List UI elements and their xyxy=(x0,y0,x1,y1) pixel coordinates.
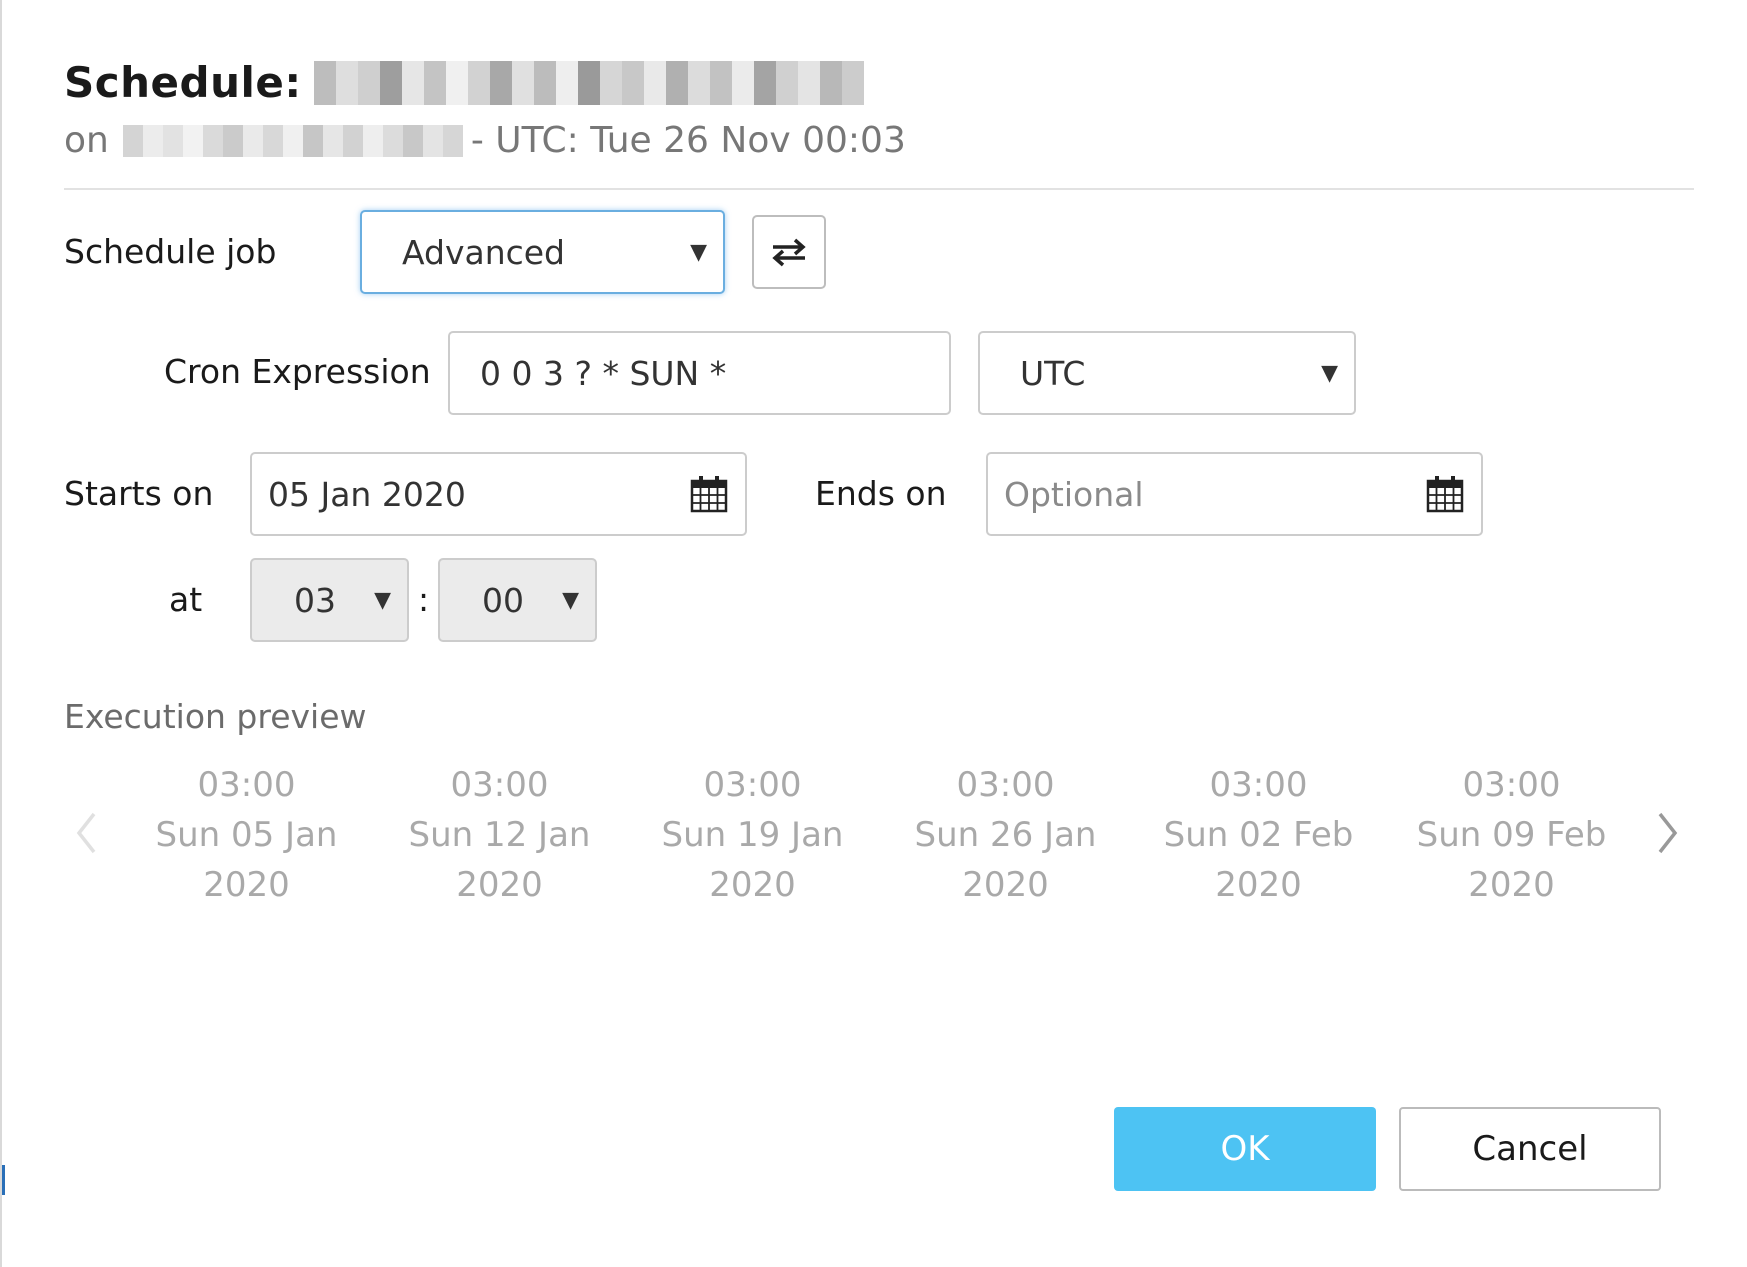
cancel-button[interactable]: Cancel xyxy=(1399,1107,1661,1191)
schedule-dialog: Schedule: on - UTC: Tue 26 Nov 00:03 Sch… xyxy=(0,0,1747,1267)
preview-item: 03:00 Sun 12 Jan 2020 xyxy=(373,760,626,910)
left-accent-bar xyxy=(2,1165,5,1195)
ok-button[interactable]: OK xyxy=(1114,1107,1376,1191)
start-date-input[interactable]: 05 Jan 2020 xyxy=(250,452,747,536)
minute-value: 00 xyxy=(482,580,524,620)
preview-year: 2020 xyxy=(709,865,796,905)
minute-select[interactable]: 00 ▼ xyxy=(438,558,597,642)
preview-year: 2020 xyxy=(1215,865,1302,905)
preview-item: 03:00 Sun 09 Feb 2020 xyxy=(1385,760,1638,910)
starts-on-label: Starts on xyxy=(64,474,214,513)
preview-prev-button[interactable] xyxy=(66,805,106,861)
preview-item: 03:00 Sun 26 Jan 2020 xyxy=(879,760,1132,910)
ends-on-label: Ends on xyxy=(815,474,947,513)
schedule-job-label: Schedule job xyxy=(64,232,277,271)
end-date-placeholder: Optional xyxy=(1004,474,1144,514)
preview-next-button[interactable] xyxy=(1648,805,1688,861)
chevron-down-icon: ▼ xyxy=(690,239,707,265)
execution-preview-title: Execution preview xyxy=(64,697,367,736)
preview-time: 03:00 xyxy=(197,765,296,805)
hour-select[interactable]: 03 ▼ xyxy=(250,558,409,642)
end-date-input[interactable]: Optional xyxy=(986,452,1483,536)
preview-date: Sun 02 Feb xyxy=(1163,815,1354,855)
preview-time: 03:00 xyxy=(1209,765,1308,805)
preview-year: 2020 xyxy=(1468,865,1555,905)
calendar-icon[interactable] xyxy=(689,474,729,514)
preview-time: 03:00 xyxy=(703,765,802,805)
timezone-select[interactable]: UTC ▼ xyxy=(978,331,1356,415)
title-prefix: Schedule: xyxy=(64,58,302,107)
swap-arrows-icon xyxy=(772,238,806,267)
schedule-type-select[interactable]: Advanced ▼ xyxy=(360,210,725,294)
execution-preview-list: 03:00 Sun 05 Jan 2020 03:00 Sun 12 Jan 2… xyxy=(120,760,1638,910)
time-separator: : xyxy=(418,580,430,619)
subtitle-suffix: - UTC: Tue 26 Nov 00:03 xyxy=(470,120,906,161)
preview-item: 03:00 Sun 05 Jan 2020 xyxy=(120,760,373,910)
preview-year: 2020 xyxy=(962,865,1049,905)
subtitle-prefix: on xyxy=(64,120,109,161)
calendar-icon[interactable] xyxy=(1425,474,1465,514)
preview-item: 03:00 Sun 19 Jan 2020 xyxy=(626,760,879,910)
cron-expression-input[interactable]: 0 0 3 ? * SUN * xyxy=(448,331,951,415)
preview-date: Sun 12 Jan xyxy=(408,815,591,855)
preview-item: 03:00 Sun 02 Feb 2020 xyxy=(1132,760,1385,910)
chevron-right-icon xyxy=(1658,812,1678,854)
toggle-mode-button[interactable] xyxy=(752,215,826,289)
hour-value: 03 xyxy=(294,580,336,620)
time-at-label: at xyxy=(169,580,203,619)
preview-date: Sun 05 Jan xyxy=(155,815,338,855)
dialog-subtitle: on - UTC: Tue 26 Nov 00:03 xyxy=(64,120,906,161)
preview-time: 03:00 xyxy=(450,765,549,805)
cron-expression-value: 0 0 3 ? * SUN * xyxy=(480,353,727,393)
preview-time: 03:00 xyxy=(956,765,1055,805)
preview-year: 2020 xyxy=(203,865,290,905)
preview-time: 03:00 xyxy=(1462,765,1561,805)
redacted-job-name xyxy=(313,60,864,105)
start-date-value: 05 Jan 2020 xyxy=(268,474,466,514)
schedule-type-value: Advanced xyxy=(402,232,566,272)
redacted-target-name xyxy=(122,124,463,157)
preview-date: Sun 26 Jan xyxy=(914,815,1097,855)
dialog-title: Schedule: xyxy=(64,58,864,107)
chevron-down-icon: ▼ xyxy=(1321,360,1338,386)
chevron-down-icon: ▼ xyxy=(562,587,579,613)
preview-year: 2020 xyxy=(456,865,543,905)
preview-date: Sun 09 Feb xyxy=(1416,815,1607,855)
header-divider xyxy=(64,188,1694,190)
preview-date: Sun 19 Jan xyxy=(661,815,844,855)
chevron-down-icon: ▼ xyxy=(374,587,391,613)
timezone-value: UTC xyxy=(1020,353,1086,393)
cron-expression-label: Cron Expression xyxy=(164,352,431,391)
chevron-left-icon xyxy=(76,812,96,854)
